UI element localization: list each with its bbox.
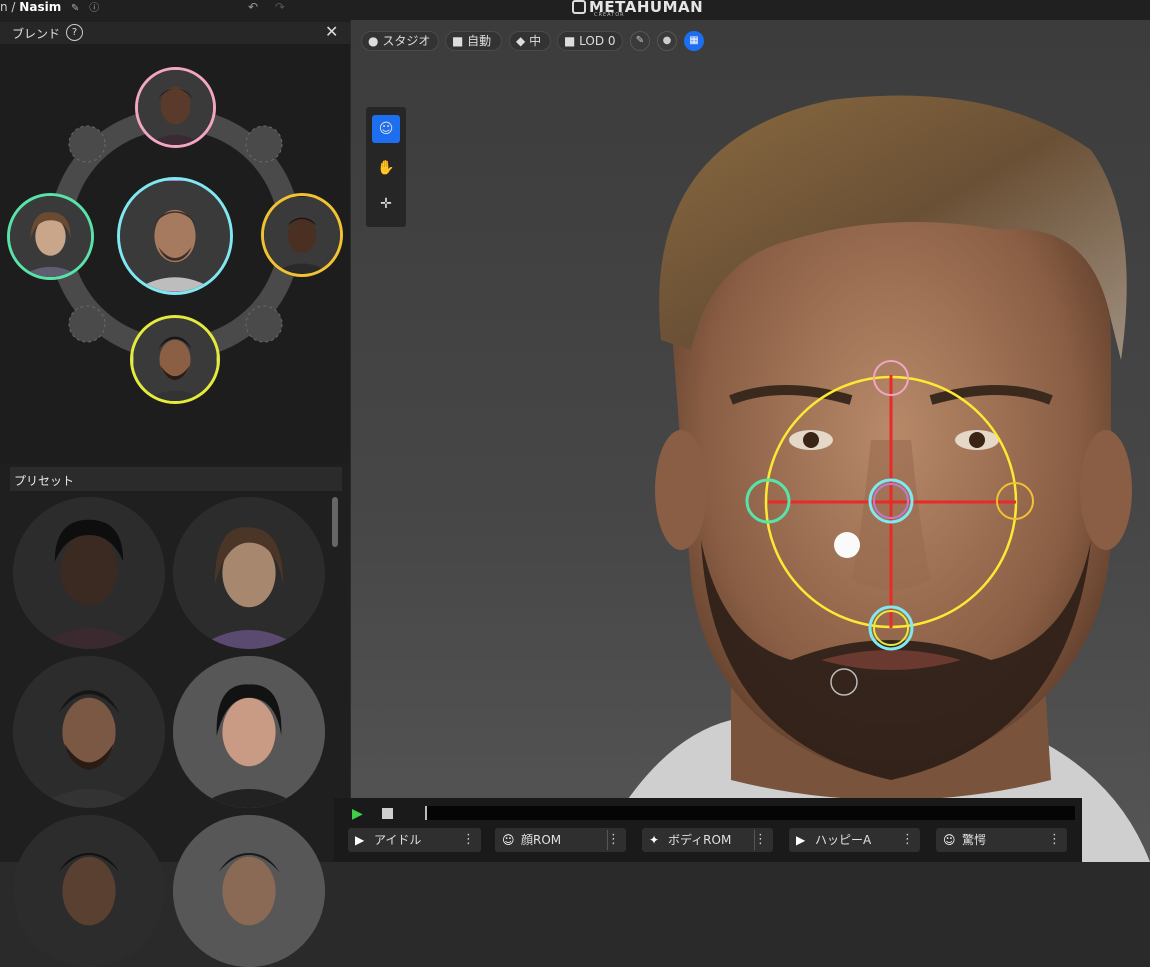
animation-label: アイドル [374, 833, 422, 847]
animation-label: ハッピーA [815, 833, 872, 847]
portrait-icon [138, 70, 213, 145]
sphere-icon[interactable]: ● [657, 31, 677, 51]
breadcrumb-prefix: n / [0, 0, 16, 14]
animation-surprise[interactable]: ☺ 驚愕 ⋮ [936, 828, 1067, 852]
lod-dropdown[interactable]: ■ LOD 0 [557, 31, 623, 51]
empty-slot[interactable] [68, 305, 106, 343]
3d-viewport[interactable] [351, 20, 1150, 862]
lighting-dropdown[interactable]: ● スタジオ [361, 31, 439, 51]
lod-label: LOD 0 [579, 34, 616, 48]
preset-item[interactable] [173, 497, 325, 649]
move-icon[interactable]: ✛ [372, 190, 400, 218]
face-icon: ☺ [502, 833, 515, 847]
quality-label: 中 [529, 34, 542, 48]
animation-label: ボディROM [668, 833, 732, 847]
hand-icon[interactable]: ✋ [372, 154, 400, 182]
animation-label: 顔ROM [521, 833, 562, 847]
blend-face-top[interactable] [135, 67, 216, 148]
animation-body-rom[interactable]: ✦ ボディROM ⋮ [642, 828, 773, 852]
portrait-icon [10, 196, 91, 277]
close-icon[interactable]: ✕ [325, 22, 338, 41]
blend-face-right[interactable] [261, 193, 343, 277]
undo-icon[interactable]: ↶ [248, 0, 258, 14]
eyedropper-icon[interactable]: ✎ [630, 31, 650, 51]
logo-subtitle: CREATOR [594, 12, 625, 18]
running-icon: ✦ [649, 833, 660, 847]
more-menu-icon[interactable]: ⋮ [754, 828, 767, 852]
character-name[interactable]: Nasim [19, 0, 61, 14]
lightbulb-icon: ● [368, 34, 379, 48]
portrait-icon [13, 656, 165, 808]
blend-panel-title: ブレンド [12, 27, 61, 41]
more-menu-icon[interactable]: ⋮ [607, 828, 620, 852]
quality-dropdown[interactable]: ◆ 中 [509, 31, 551, 51]
redo-icon[interactable]: ↷ [275, 0, 285, 14]
portrait-icon [173, 656, 325, 808]
logo-icon [572, 0, 586, 14]
presets-scrollbar[interactable] [332, 497, 338, 547]
preset-item[interactable] [13, 497, 165, 649]
preset-item[interactable] [173, 815, 325, 967]
blend-help-button[interactable]: ? [66, 24, 83, 41]
more-menu-icon[interactable]: ⋮ [462, 828, 475, 852]
camera-label: 自動 [467, 34, 492, 48]
camera-icon: ■ [452, 34, 464, 48]
play-circle-icon: ▶ [796, 833, 806, 847]
animation-idle[interactable]: ▶ アイドル ⋮ [348, 828, 481, 852]
empty-slot[interactable] [245, 125, 283, 163]
breadcrumb: n / Nasim ✎ ⓘ [0, 0, 99, 16]
more-menu-icon[interactable]: ⋮ [1048, 828, 1061, 852]
face-icon: ☺ [943, 833, 956, 847]
portrait-icon [13, 815, 165, 967]
portrait-icon [120, 181, 230, 291]
portrait-icon [264, 197, 340, 273]
animation-label: 驚愕 [962, 833, 987, 847]
help-icon[interactable]: ⓘ [89, 3, 99, 14]
pencil-icon[interactable]: ✎ [71, 3, 79, 14]
animation-face-rom[interactable]: ☺ 顔ROM ⋮ [495, 828, 626, 852]
empty-slot[interactable] [245, 305, 283, 343]
keyboard-icon[interactable]: ▦ [684, 31, 704, 51]
presets-title: プリセット [14, 474, 75, 488]
app-logo: METAHUMAN CREATOR [572, 0, 703, 18]
portrait-icon [13, 497, 165, 649]
blend-face-center[interactable] [117, 177, 233, 295]
empty-slot[interactable] [68, 125, 106, 163]
play-circle-icon: ▶ [355, 833, 365, 847]
stop-icon[interactable] [382, 808, 393, 819]
portrait-icon [173, 815, 325, 967]
blend-face-bottom[interactable] [130, 315, 220, 404]
cube-icon: ■ [564, 34, 576, 48]
blend-face-left[interactable] [7, 193, 94, 280]
preset-item[interactable] [173, 656, 325, 808]
camera-dropdown[interactable]: ■ 自動 [445, 31, 502, 51]
lighting-label: スタジオ [382, 34, 431, 48]
preset-item[interactable] [13, 656, 165, 808]
portrait-icon [133, 318, 217, 401]
animation-happy-a[interactable]: ▶ ハッピーA ⋮ [789, 828, 920, 852]
timeline-scrubber[interactable] [425, 806, 1075, 820]
preset-item[interactable] [13, 815, 165, 967]
diamond-icon: ◆ [516, 34, 526, 48]
more-menu-icon[interactable]: ⋮ [901, 828, 914, 852]
play-icon[interactable]: ▶ [352, 806, 363, 822]
portrait-icon [173, 497, 325, 649]
character-render [591, 95, 1150, 862]
face-icon[interactable]: ☺ [372, 115, 400, 143]
